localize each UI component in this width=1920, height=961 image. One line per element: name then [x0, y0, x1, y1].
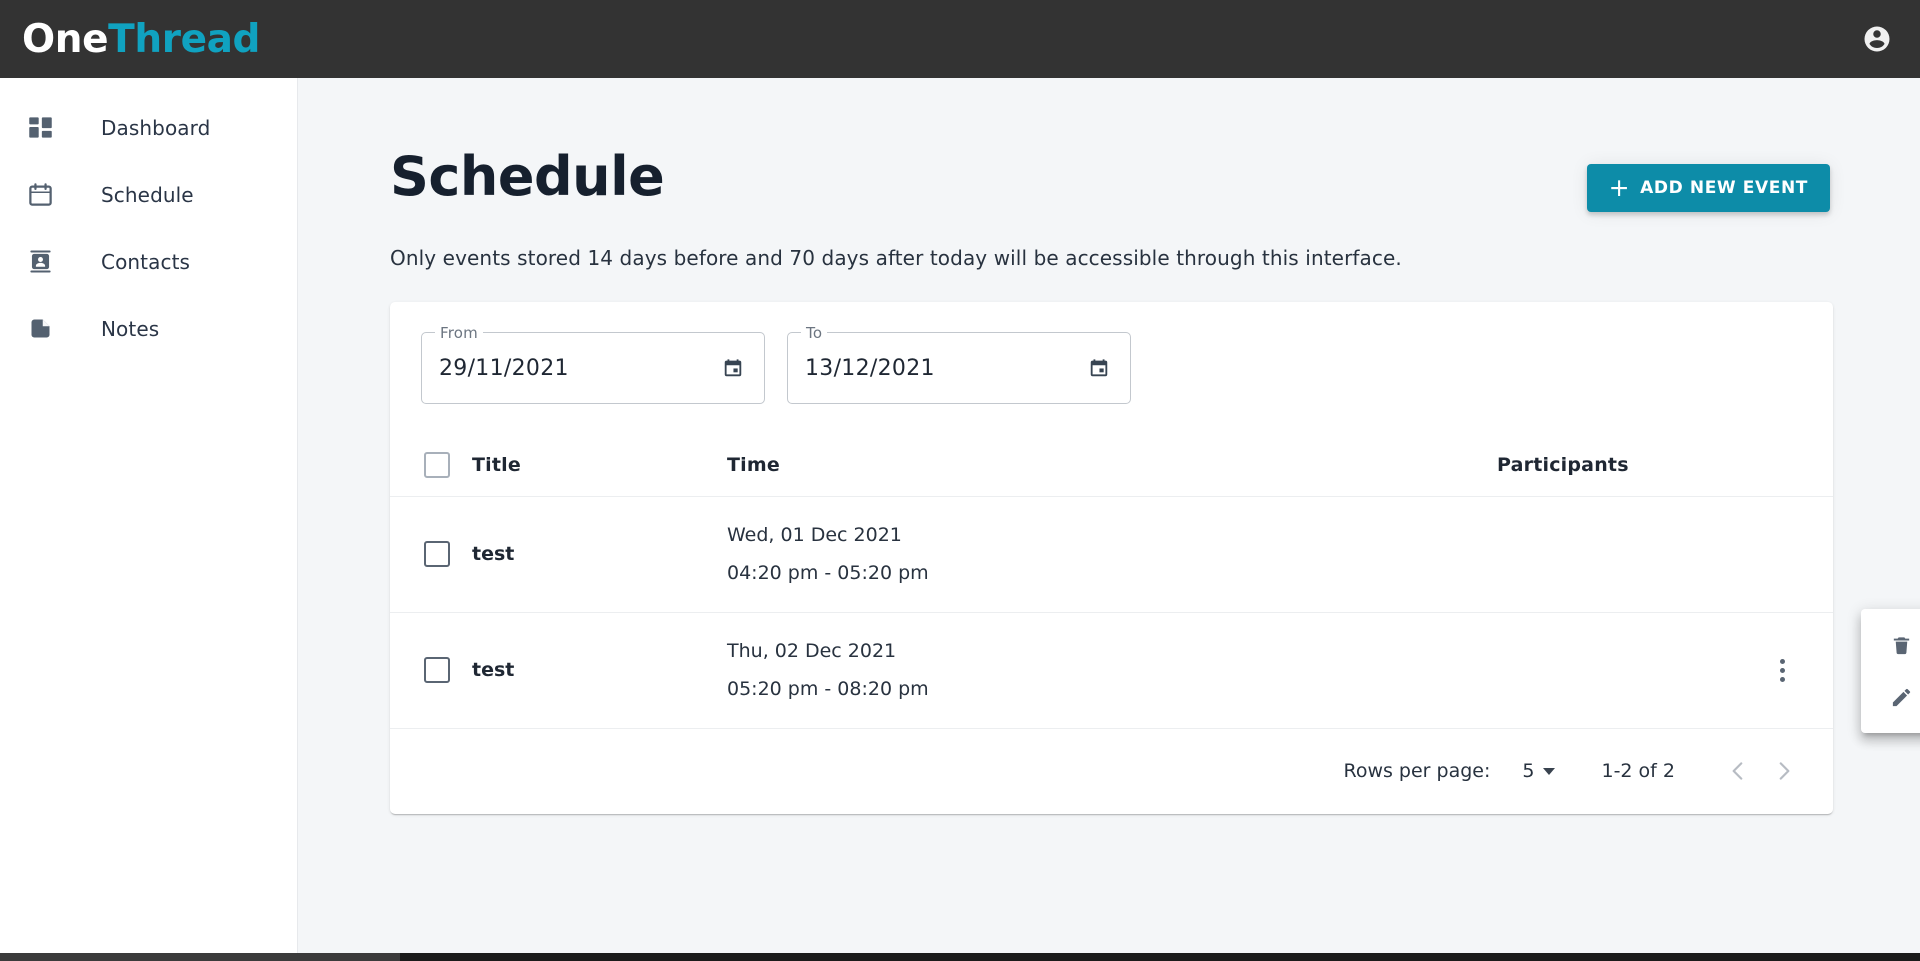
dot: [1779, 676, 1785, 682]
add-new-event-button[interactable]: + ADD NEW EVENT: [1586, 164, 1830, 212]
logo-text-primary: One: [22, 16, 109, 62]
contact-card-icon: [18, 240, 62, 284]
table-row[interactable]: test Wed, 01 Dec 2021 04:20 pm - 05:20 p…: [390, 496, 1833, 613]
row-checkbox[interactable]: [424, 541, 450, 567]
column-header-time[interactable]: Time: [727, 434, 1497, 497]
previous-page-button[interactable]: [1715, 748, 1761, 794]
sidebar-item-label: Notes: [101, 316, 160, 341]
from-date-field[interactable]: From 29/11/2021: [421, 324, 765, 404]
event-title: test: [472, 659, 515, 681]
event-title: test: [472, 543, 515, 565]
row-time-cell: Thu, 02 Dec 2021 05:20 pm - 08:20 pm: [727, 612, 1497, 729]
to-date-label: To: [801, 324, 828, 342]
dot: [1779, 658, 1785, 664]
row-participants-cell: [1497, 612, 1741, 729]
rows-per-page-label: Rows per page:: [1343, 760, 1491, 782]
chevron-down-icon: [1543, 767, 1556, 775]
row-checkbox[interactable]: [424, 657, 450, 683]
scrollbar-thumb[interactable]: [0, 953, 400, 961]
row-actions-cell: [1741, 612, 1833, 729]
next-page-button[interactable]: [1761, 748, 1807, 794]
schedule-table: Title Time Participants test Wed, 01 Dec…: [390, 434, 1833, 729]
to-date-calendar-icon[interactable]: [1082, 351, 1116, 385]
select-all-header: [390, 434, 472, 497]
rows-per-page-value: 5: [1522, 760, 1535, 782]
chevron-left-icon: [1732, 762, 1743, 780]
chevron-right-icon: [1779, 762, 1790, 780]
event-date: Wed, 01 Dec 2021: [727, 524, 902, 546]
schedule-card: From 29/11/2021 To 13/12/2021 Title Time…: [390, 302, 1833, 814]
plus-icon: +: [1608, 172, 1631, 202]
main-content: Schedule + ADD NEW EVENT Only events sto…: [298, 78, 1920, 953]
page-title: Schedule: [390, 145, 665, 208]
sidebar-item-notes[interactable]: Notes: [0, 295, 297, 362]
table-row[interactable]: test Thu, 02 Dec 2021 05:20 pm - 08:20 p…: [390, 612, 1833, 729]
from-date-label: From: [435, 324, 483, 342]
account-button[interactable]: [1856, 18, 1898, 60]
column-header-participants[interactable]: Participants: [1497, 434, 1741, 497]
row-select-cell: [390, 496, 472, 613]
table-head: Title Time Participants: [390, 434, 1833, 497]
row-actions-cell: [1741, 496, 1833, 613]
table-pagination: Rows per page: 5 1-2 of 2: [390, 729, 1833, 814]
page-header: Schedule + ADD NEW EVENT: [298, 78, 1920, 212]
row-title-cell: test: [472, 496, 727, 613]
to-date-field[interactable]: To 13/12/2021: [787, 324, 1131, 404]
pencil-icon: [1886, 682, 1916, 712]
dashboard-grid-icon: [18, 106, 62, 150]
row-context-menu: Delete Edit: [1861, 609, 1920, 733]
row-more-menu-button[interactable]: [1763, 651, 1801, 689]
sidebar-item-label: Schedule: [101, 182, 194, 207]
sidebar-item-contacts[interactable]: Contacts: [0, 228, 297, 295]
select-all-checkbox[interactable]: [424, 451, 450, 478]
sidebar: Dashboard Schedule Contacts Notes: [0, 78, 298, 953]
row-participants-cell: [1497, 496, 1741, 613]
column-header-title[interactable]: Title: [472, 434, 727, 497]
from-date-value[interactable]: 29/11/2021: [439, 356, 716, 381]
table-body: test Wed, 01 Dec 2021 04:20 pm - 05:20 p…: [390, 496, 1833, 729]
table-header-row: Title Time Participants: [390, 434, 1833, 497]
app-header: OneThread: [0, 0, 1920, 78]
account-circle-icon: [1864, 26, 1890, 52]
horizontal-scrollbar[interactable]: [0, 953, 1920, 961]
page-description: Only events stored 14 days before and 70…: [390, 246, 1402, 270]
app-logo: OneThread: [22, 20, 260, 59]
dot: [1779, 667, 1785, 673]
logo-text-secondary: Thread: [108, 16, 261, 62]
sidebar-item-schedule[interactable]: Schedule: [0, 161, 297, 228]
event-date: Thu, 02 Dec 2021: [727, 640, 897, 662]
from-date-calendar-icon[interactable]: [716, 351, 750, 385]
date-range-filters: From 29/11/2021 To 13/12/2021: [390, 302, 1833, 404]
trash-icon: [1886, 630, 1916, 660]
context-menu-item-edit[interactable]: Edit: [1861, 671, 1920, 723]
context-menu-item-delete[interactable]: Delete: [1861, 619, 1920, 671]
note-page-icon: [18, 307, 62, 351]
event-time-range: 04:20 pm - 05:20 pm: [727, 562, 929, 584]
sidebar-item-label: Dashboard: [101, 115, 211, 140]
sidebar-item-label: Contacts: [101, 249, 191, 274]
calendar-icon: [18, 173, 62, 217]
add-new-event-label: ADD NEW EVENT: [1640, 178, 1808, 198]
app-root: OneThread Dashboard Schedule Contacts No…: [0, 0, 1920, 961]
column-header-actions: [1741, 434, 1833, 497]
event-time-range: 05:20 pm - 08:20 pm: [727, 678, 929, 700]
sidebar-item-dashboard[interactable]: Dashboard: [0, 94, 297, 161]
row-title-cell: test: [472, 612, 727, 729]
pagination-range-label: 1-2 of 2: [1601, 760, 1675, 782]
row-select-cell: [390, 612, 472, 729]
row-time-cell: Wed, 01 Dec 2021 04:20 pm - 05:20 pm: [727, 496, 1497, 613]
rows-per-page-select[interactable]: 5: [1522, 760, 1556, 782]
to-date-value[interactable]: 13/12/2021: [805, 356, 1082, 381]
